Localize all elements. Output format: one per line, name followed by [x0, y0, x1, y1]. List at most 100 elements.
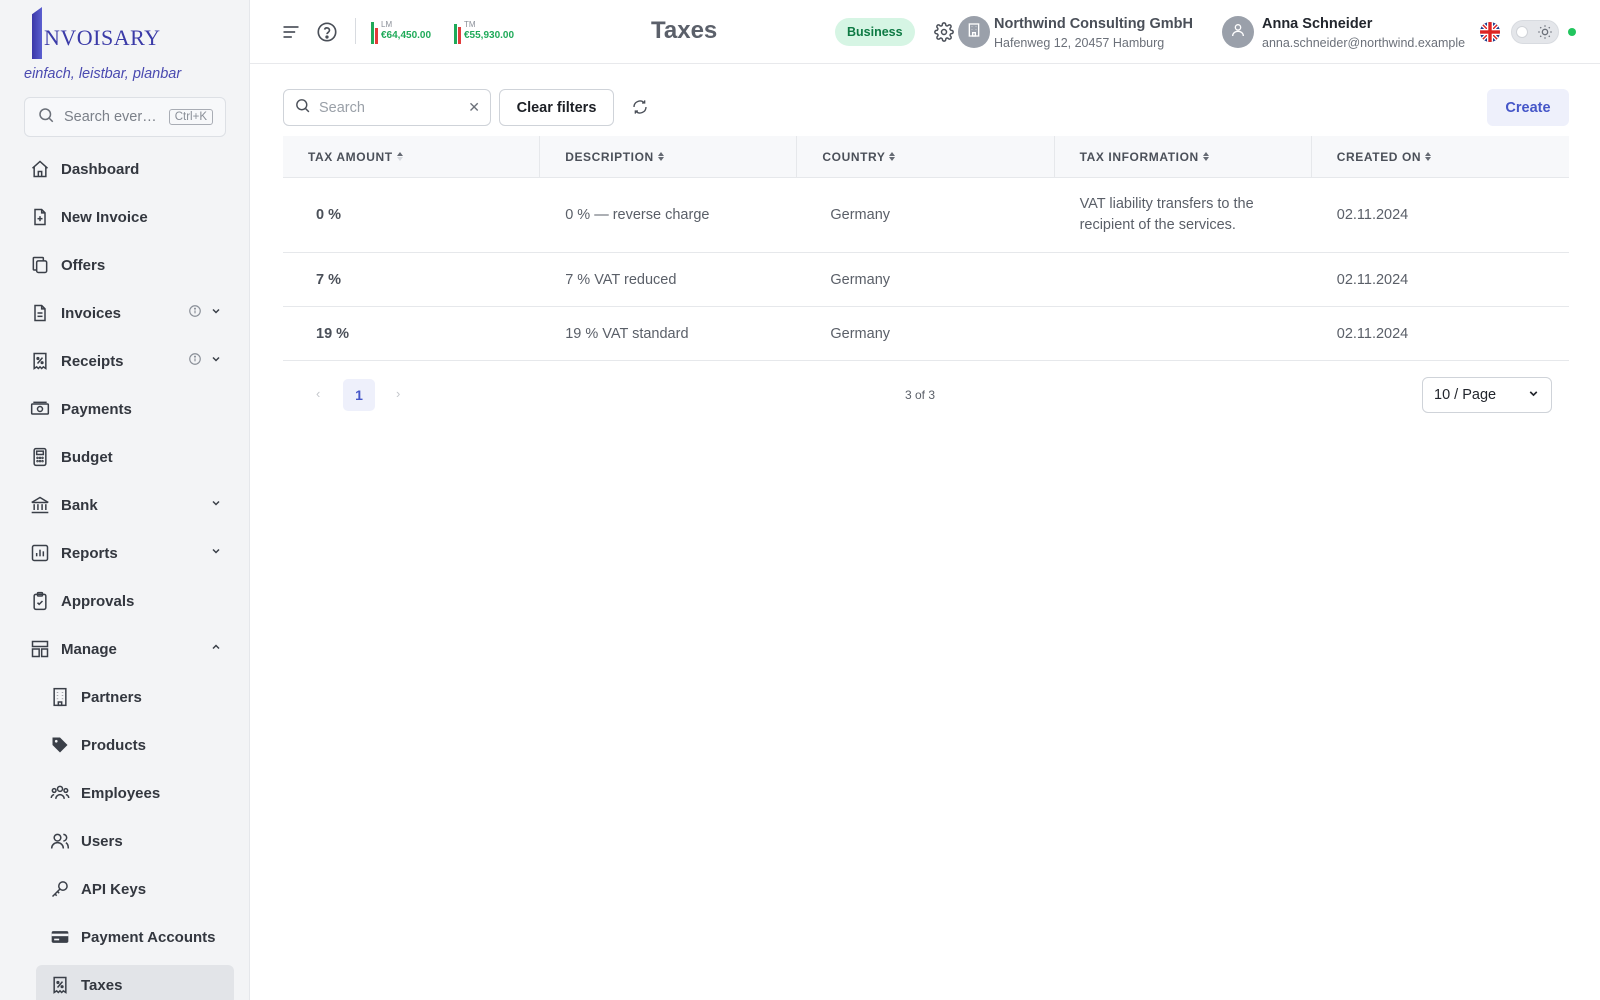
column-header-tax-information[interactable]: TAX INFORMATION	[1055, 136, 1312, 177]
page-size-select[interactable]: 10 / Page	[1422, 377, 1552, 413]
sidebar-item-employees[interactable]: Employees	[44, 773, 234, 813]
cell-description: 19 % VAT standard	[565, 325, 689, 342]
help-icon[interactable]	[316, 21, 338, 48]
chevron-down-icon[interactable]	[210, 544, 222, 562]
receipt-icon	[30, 351, 50, 371]
stat-this-month[interactable]: TM €55,930.00	[454, 14, 514, 44]
user-email: anna.schneider@northwind.example	[1262, 36, 1466, 50]
user-info[interactable]: Anna Schneider anna.schneider@northwind.…	[1262, 16, 1465, 50]
sidebar-item-partners[interactable]: Partners	[44, 677, 234, 717]
clipboard-check-icon	[30, 591, 50, 611]
cell-tax-information	[1055, 307, 1312, 360]
cell-tax-amount: 19 %	[316, 325, 350, 342]
sort-icon	[1425, 152, 1432, 161]
calculator-icon	[30, 447, 50, 467]
create-button[interactable]: Create	[1487, 89, 1569, 126]
sidebar-item-label: Taxes	[81, 976, 123, 994]
chevron-down-icon[interactable]	[210, 496, 222, 514]
sidebar-item-label: Bank	[61, 496, 98, 514]
sidebar-item-invoices[interactable]: Invoices	[24, 293, 234, 333]
sidebar-item-label: Employees	[81, 784, 161, 802]
sidebar-item-taxes[interactable]: Taxes	[36, 965, 234, 1000]
sun-icon	[1537, 24, 1553, 45]
copy-icon	[30, 255, 50, 275]
sidebar: NVOISARY einfach, leistbar, planbar Sear…	[0, 0, 250, 1000]
mini-bar-chart-icon	[454, 20, 461, 44]
info-icon[interactable]	[188, 304, 202, 323]
column-header-country[interactable]: COUNTRY	[797, 136, 1055, 177]
online-status-dot	[1568, 28, 1576, 36]
table-search[interactable]: ✕	[283, 89, 491, 126]
global-search[interactable]: Search ever… Ctrl+K	[24, 97, 226, 137]
plan-badge: Business	[835, 18, 915, 46]
table-row[interactable]: 0 % 0 % — reverse charge Germany VAT lia…	[283, 178, 1569, 253]
table-row[interactable]: 19 % 19 % VAT standard Germany 02.11.202…	[283, 307, 1569, 361]
chevron-up-icon[interactable]	[210, 640, 222, 658]
org-info[interactable]: Northwind Consulting GmbH Hafenweg 12, 2…	[994, 16, 1193, 50]
sidebar-item-label: API Keys	[81, 880, 147, 898]
sidebar-item-users[interactable]: Users	[44, 821, 234, 861]
table-row[interactable]: 7 % 7 % VAT reduced Germany 02.11.2024	[283, 253, 1569, 307]
clear-filters-button[interactable]: Clear filters	[499, 89, 614, 126]
sidebar-item-new-invoice[interactable]: New Invoice	[24, 197, 234, 237]
sidebar-item-payments[interactable]: Payments	[24, 389, 234, 429]
column-header-description[interactable]: DESCRIPTION	[540, 136, 798, 177]
building-icon	[50, 687, 70, 707]
clear-search-icon[interactable]: ✕	[468, 99, 480, 116]
uk-flag-icon[interactable]	[1480, 22, 1500, 47]
sidebar-item-dashboard[interactable]: Dashboard	[24, 149, 234, 189]
search-icon	[37, 106, 55, 129]
gear-icon[interactable]	[934, 22, 954, 47]
sidebar-item-offers[interactable]: Offers	[24, 245, 234, 285]
user-name: Anna Schneider	[1262, 16, 1373, 32]
prev-page-icon[interactable]: ‹	[316, 386, 320, 401]
refresh-icon[interactable]	[632, 99, 648, 120]
sidebar-item-budget[interactable]: Budget	[24, 437, 234, 477]
cell-tax-amount: 0 %	[316, 207, 341, 223]
info-icon[interactable]	[188, 352, 202, 371]
page-title: Taxes	[651, 17, 718, 44]
org-avatar[interactable]	[958, 16, 990, 48]
stat-key: LM	[381, 20, 393, 29]
sidebar-item-reports[interactable]: Reports	[24, 533, 234, 573]
next-page-icon[interactable]: ›	[396, 386, 400, 401]
users-icon	[50, 831, 70, 851]
tag-icon	[50, 735, 70, 755]
chevron-down-icon[interactable]	[210, 352, 222, 370]
receipt-percent-icon	[50, 975, 70, 995]
column-header-tax-amount[interactable]: TAX AMOUNT	[283, 136, 541, 177]
layout-icon	[30, 639, 50, 659]
sort-asc-icon	[396, 152, 403, 161]
logo-text: NVOISARY	[44, 25, 161, 50]
page-button-current[interactable]: 1	[343, 379, 375, 411]
sidebar-item-api-keys[interactable]: API Keys	[44, 869, 234, 909]
theme-toggle[interactable]	[1511, 20, 1559, 44]
stat-key: TM	[464, 20, 476, 29]
sidebar-item-products[interactable]: Products	[44, 725, 234, 765]
chevron-down-icon[interactable]	[210, 304, 222, 322]
cell-created-on: 02.11.2024	[1336, 271, 1409, 288]
sort-icon	[657, 152, 664, 161]
sidebar-item-label: Offers	[61, 256, 106, 274]
sidebar-item-approvals[interactable]: Approvals	[24, 581, 234, 621]
column-header-created-on[interactable]: CREATED ON	[1312, 136, 1569, 177]
sidebar-item-manage[interactable]: Manage	[24, 629, 234, 669]
sidebar-item-label: Products	[81, 736, 147, 754]
sidebar-item-label: Invoices	[61, 304, 122, 322]
cell-country: Germany	[830, 325, 891, 342]
sidebar-item-payment-accounts[interactable]: Payment Accounts	[44, 917, 234, 957]
search-input[interactable]	[319, 99, 459, 116]
brand-logo[interactable]: NVOISARY	[32, 5, 160, 59]
user-avatar[interactable]	[1222, 16, 1254, 48]
file-text-icon	[30, 303, 50, 323]
sidebar-item-bank[interactable]: Bank	[24, 485, 234, 525]
sidebar-item-label: Payments	[61, 400, 132, 418]
menu-toggle-icon[interactable]	[280, 22, 302, 47]
sidebar-item-receipts[interactable]: Receipts	[24, 341, 234, 381]
sidebar-item-label: Receipts	[61, 352, 124, 370]
sidebar-item-label: New Invoice	[61, 208, 148, 226]
cell-description: 0 % — reverse charge	[565, 207, 710, 223]
sort-icon	[1202, 152, 1209, 161]
key-icon	[50, 879, 70, 899]
stat-last-month[interactable]: LM €64,450.00	[371, 14, 431, 44]
